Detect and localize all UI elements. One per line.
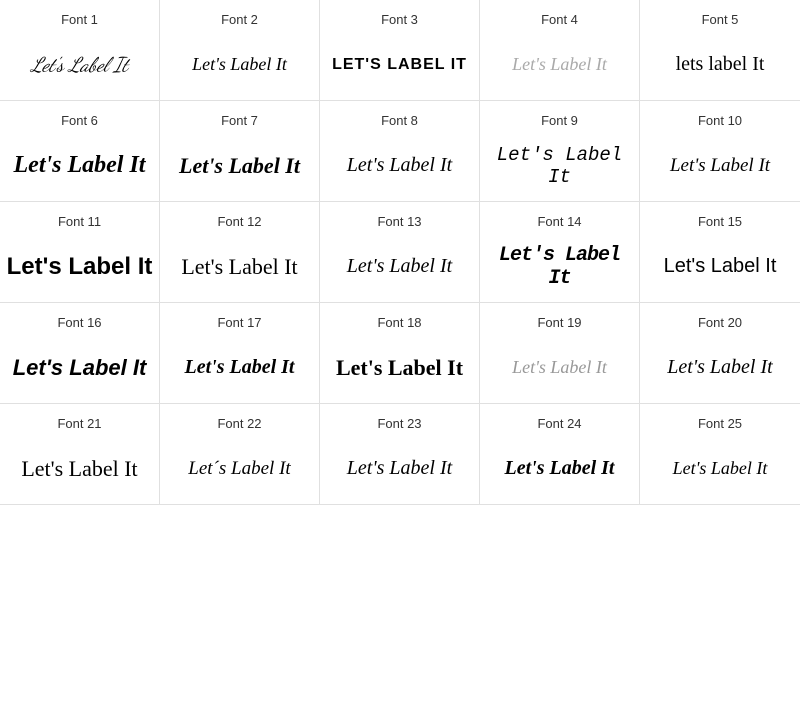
font-label-10: Font 10	[698, 113, 742, 128]
font-preview-24: Let's Label It	[505, 441, 615, 496]
font-label-17: Font 17	[217, 315, 261, 330]
font-label-18: Font 18	[377, 315, 421, 330]
font-label-22: Font 22	[217, 416, 261, 431]
font-label-14: Font 14	[537, 214, 581, 229]
font-preview-13: Let's Label It	[347, 239, 452, 294]
font-preview-10: Let's Label It	[670, 138, 770, 193]
font-preview-17: Let's Label It	[185, 340, 295, 395]
font-preview-1: Let's Label It	[31, 37, 128, 92]
font-preview-11: Let's Label It	[7, 239, 153, 294]
font-preview-15: Let's Label It	[664, 239, 777, 294]
font-cell-21[interactable]: Font 21 Let's Label It	[0, 404, 160, 505]
font-label-23: Font 23	[377, 416, 421, 431]
font-preview-22: Let´s Label It	[188, 441, 290, 496]
font-cell-22[interactable]: Font 22 Let´s Label It	[160, 404, 320, 505]
font-preview-19: Let's Label It	[512, 340, 607, 395]
font-preview-14: Let's Label It	[484, 239, 635, 294]
font-preview-5: lets label It	[676, 37, 765, 92]
font-cell-3[interactable]: Font 3 LET'S LABEL IT	[320, 0, 480, 101]
font-cell-10[interactable]: Font 10 Let's Label It	[640, 101, 800, 202]
font-label-1: Font 1	[61, 12, 98, 27]
font-cell-13[interactable]: Font 13 Let's Label It	[320, 202, 480, 303]
font-cell-24[interactable]: Font 24 Let's Label It	[480, 404, 640, 505]
font-preview-20: Let's Label It	[667, 340, 772, 395]
font-cell-12[interactable]: Font 12 Let's Label It	[160, 202, 320, 303]
font-cell-23[interactable]: Font 23 Let's Label It	[320, 404, 480, 505]
font-cell-19[interactable]: Font 19 Let's Label It	[480, 303, 640, 404]
font-preview-9: Let's Label It	[484, 138, 635, 193]
font-label-20: Font 20	[698, 315, 742, 330]
font-preview-21: Let's Label It	[21, 441, 137, 496]
font-grid: Font 1 Let's Label It Font 2 Let's Label It…	[0, 0, 800, 505]
font-label-12: Font 12	[217, 214, 261, 229]
font-preview-7: Let's Label It	[179, 138, 300, 193]
font-label-16: Font 16	[57, 315, 101, 330]
font-cell-20[interactable]: Font 20 Let's Label It	[640, 303, 800, 404]
font-cell-7[interactable]: Font 7 Let's Label It	[160, 101, 320, 202]
font-label-21: Font 21	[57, 416, 101, 431]
font-preview-2: Let's Label It	[192, 37, 287, 92]
font-label-5: Font 5	[702, 12, 739, 27]
font-label-4: Font 4	[541, 12, 578, 27]
font-preview-12: Let's Label It	[181, 239, 297, 294]
font-preview-4: Let's Label It	[512, 37, 607, 92]
font-label-11: Font 11	[58, 214, 101, 229]
font-cell-17[interactable]: Font 17 Let's Label It	[160, 303, 320, 404]
font-label-15: Font 15	[698, 214, 742, 229]
font-preview-3: LET'S LABEL IT	[332, 37, 467, 92]
font-label-24: Font 24	[537, 416, 581, 431]
font-label-3: Font 3	[381, 12, 418, 27]
font-label-2: Font 2	[221, 12, 258, 27]
font-cell-14[interactable]: Font 14 Let's Label It	[480, 202, 640, 303]
font-cell-2[interactable]: Font 2 Let's Label It	[160, 0, 320, 101]
font-preview-25: Let's Label It	[673, 441, 768, 496]
font-cell-18[interactable]: Font 18 Let's Label It	[320, 303, 480, 404]
font-preview-23: Let's Label It	[347, 441, 452, 496]
font-cell-25[interactable]: Font 25 Let's Label It	[640, 404, 800, 505]
font-label-6: Font 6	[61, 113, 98, 128]
font-cell-6[interactable]: Font 6 Let's Label It	[0, 101, 160, 202]
font-label-7: Font 7	[221, 113, 258, 128]
font-preview-6: Let's Label It	[14, 138, 146, 193]
font-cell-4[interactable]: Font 4 Let's Label It	[480, 0, 640, 101]
font-label-9: Font 9	[541, 113, 578, 128]
font-cell-11[interactable]: Font 11 Let's Label It	[0, 202, 160, 303]
font-cell-16[interactable]: Font 16 Let's Label It	[0, 303, 160, 404]
font-label-13: Font 13	[377, 214, 421, 229]
font-preview-16: Let's Label It	[13, 340, 147, 395]
font-label-19: Font 19	[537, 315, 581, 330]
font-cell-1[interactable]: Font 1 Let's Label It	[0, 0, 160, 101]
font-cell-8[interactable]: Font 8 Let's Label It	[320, 101, 480, 202]
font-preview-18: Let's Label It	[336, 340, 463, 395]
font-cell-15[interactable]: Font 15 Let's Label It	[640, 202, 800, 303]
font-cell-5[interactable]: Font 5 lets label It	[640, 0, 800, 101]
font-label-25: Font 25	[698, 416, 742, 431]
font-cell-9[interactable]: Font 9 Let's Label It	[480, 101, 640, 202]
font-preview-8: Let's Label It	[347, 138, 452, 193]
font-label-8: Font 8	[381, 113, 418, 128]
